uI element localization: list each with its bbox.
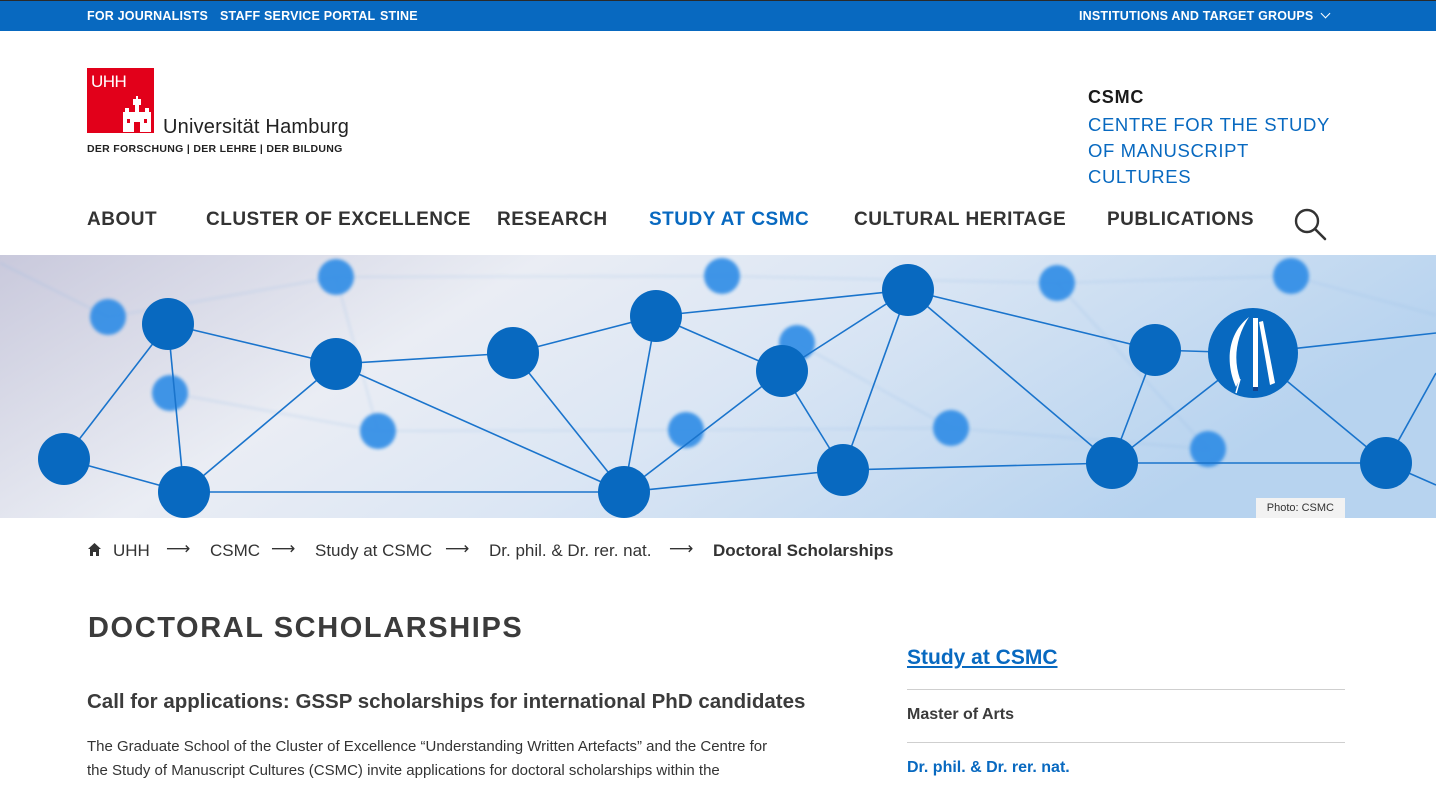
sidebar-title[interactable]: Study at CSMC <box>907 646 1058 670</box>
topbar-link-stine[interactable]: STINE <box>380 9 418 23</box>
breadcrumb-separator-icon: ⟶ <box>166 539 191 558</box>
uhh-logo-mark[interactable]: UHH <box>87 68 154 133</box>
breadcrumb-separator-icon: ⟶ <box>271 539 296 558</box>
institutions-menu-label: INSTITUTIONS AND TARGET GROUPS <box>1079 9 1314 23</box>
search-button[interactable] <box>1293 207 1327 241</box>
breadcrumb-csmc[interactable]: CSMC <box>210 541 260 561</box>
photo-credit: Photo: CSMC <box>1255 498 1345 518</box>
body-paragraph: The Graduate School of the Cluster of Ex… <box>87 738 768 779</box>
topbar-link-staff-portal[interactable]: STAFF SERVICE PORTAL <box>220 9 375 23</box>
nav-item-cultural-heritage[interactable]: CULTURAL HERITAGE <box>854 209 1066 231</box>
institutions-menu-button[interactable]: INSTITUTIONS AND TARGET GROUPS <box>1079 8 1331 23</box>
topbar-link-journalists[interactable]: FOR JOURNALISTS <box>87 9 208 23</box>
nav-item-research[interactable]: RESEARCH <box>497 209 608 231</box>
search-icon <box>1294 208 1327 241</box>
university-tagline: DER FORSCHUNG | DER LEHRE | DER BILDUNG <box>87 143 343 155</box>
nav-item-publications[interactable]: PUBLICATIONS <box>1107 209 1254 231</box>
sidebar-item-dr-phil[interactable]: Dr. phil. & Dr. rer. nat. <box>907 759 1070 777</box>
nav-item-study-at-csmc[interactable]: STUDY AT CSMC <box>649 209 809 231</box>
network-graphic <box>0 255 1436 518</box>
nav-item-cluster-of-excellence[interactable]: CLUSTER OF EXCELLENCE <box>206 209 471 231</box>
university-name[interactable]: Universität Hamburg <box>163 116 349 139</box>
site-long-name[interactable]: CENTRE FOR THE STUDY OF MANUSCRIPT CULTU… <box>1088 112 1348 190</box>
sidebar-divider <box>907 742 1345 743</box>
breadcrumb-separator-icon: ⟶ <box>669 539 694 558</box>
chevron-down-icon <box>1321 8 1331 19</box>
nav-item-about[interactable]: ABOUT <box>87 209 157 231</box>
hero-network-image: Photo: CSMC <box>0 255 1436 518</box>
sidebar-divider <box>907 689 1345 690</box>
breadcrumb-uhh[interactable]: UHH <box>113 541 150 561</box>
castle-icon <box>123 96 151 132</box>
page-title: DOCTORAL SCHOLARSHIPS <box>88 612 524 644</box>
breadcrumb-study-at-csmc[interactable]: Study at CSMC <box>315 541 432 561</box>
breadcrumb-current: Doctoral Scholarships <box>713 541 894 560</box>
site-short-name[interactable]: CSMC <box>1088 87 1144 108</box>
section-heading: Call for applications: GSSP scholarships… <box>87 690 806 713</box>
breadcrumb-separator-icon: ⟶ <box>445 539 470 558</box>
sidebar-item-master-of-arts[interactable]: Master of Arts <box>907 706 1014 724</box>
breadcrumb-dr-phil[interactable]: Dr. phil. & Dr. rer. nat. <box>489 541 652 561</box>
home-icon[interactable] <box>87 542 102 557</box>
top-utility-bar: FOR JOURNALISTS STAFF SERVICE PORTAL STI… <box>0 0 1436 31</box>
